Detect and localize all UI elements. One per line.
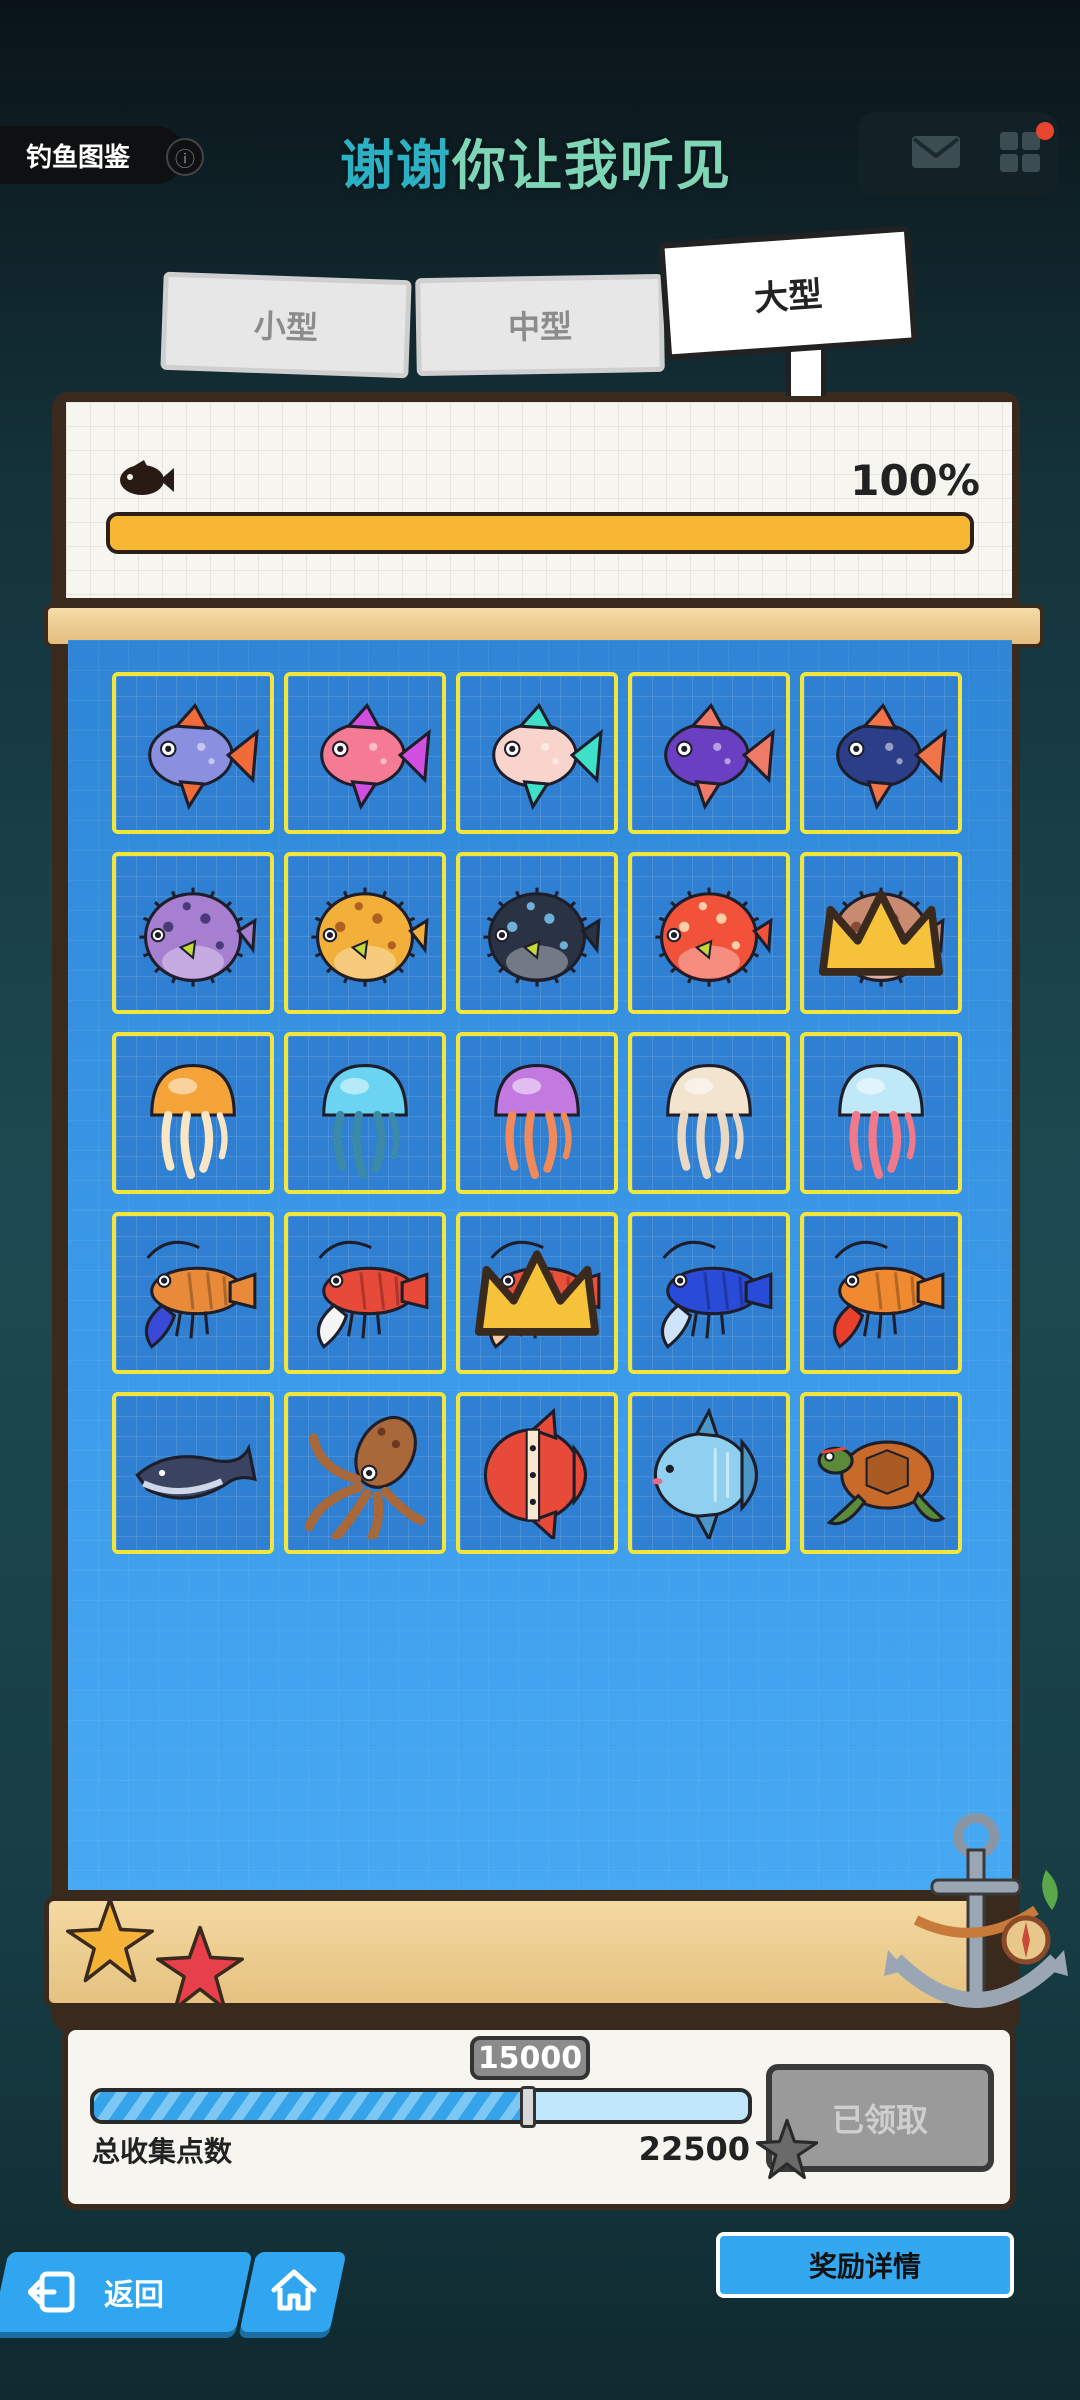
starfish-orange-icon — [66, 1897, 154, 1983]
total-points-label: 总收集点数 — [92, 2135, 233, 2168]
anchor-decoration-icon — [884, 1813, 1068, 2008]
exit-icon — [28, 2271, 75, 2313]
blue-sunfish-icon — [652, 1407, 758, 1539]
collection-grid — [112, 672, 968, 1558]
starfish-red-icon — [156, 1925, 244, 2011]
home-icon[interactable] — [270, 2268, 318, 2312]
collection-cell[interactable] — [112, 1032, 274, 1194]
collection-cell[interactable] — [284, 1032, 446, 1194]
collection-cell[interactable] — [284, 1212, 446, 1374]
fish-icon — [120, 460, 174, 495]
dark-blue-fish-icon — [836, 702, 947, 811]
cream-jellyfish-icon — [666, 1064, 752, 1179]
blue-lobster-icon — [660, 1240, 773, 1349]
collection-cell[interactable] — [456, 852, 618, 1014]
collection-cell[interactable] — [456, 672, 618, 834]
collection-cell[interactable] — [628, 1392, 790, 1554]
notification-dot — [1036, 122, 1054, 140]
white-red-lobster-icon — [316, 1240, 429, 1349]
collection-cell[interactable] — [112, 1392, 274, 1554]
back-label: 返回 — [104, 2278, 164, 2313]
orange-lobster-icon — [144, 1240, 257, 1349]
tab-medium[interactable]: 中型 — [415, 273, 665, 377]
collection-cell[interactable] — [456, 1212, 618, 1374]
collection-cell[interactable] — [628, 1212, 790, 1374]
pink-jellyfish-icon — [838, 1064, 924, 1179]
mail-icon[interactable] — [910, 132, 962, 172]
pink-fish-icon — [320, 702, 431, 811]
collection-cell[interactable] — [800, 1032, 962, 1194]
whale-icon — [135, 1443, 257, 1500]
squid-icon — [304, 1415, 426, 1539]
blue-jellyfish-icon — [322, 1064, 408, 1179]
menu-grid-icon[interactable] — [998, 130, 1042, 174]
collection-cell[interactable] — [800, 1212, 962, 1374]
orange-fin-fish-icon — [148, 702, 259, 811]
collection-cell[interactable] — [628, 1032, 790, 1194]
black-puffer-icon — [483, 887, 601, 987]
collection-cell[interactable] — [456, 1032, 618, 1194]
reward-milestone-label: 15000 — [470, 2036, 590, 2080]
collection-cell[interactable] — [800, 672, 962, 834]
red-puffer-icon — [655, 887, 773, 987]
orange-jellyfish-icon — [150, 1064, 236, 1179]
purple-puffer-icon — [139, 887, 257, 987]
red-sunfish-icon — [483, 1407, 587, 1539]
sea-turtle-icon — [817, 1440, 946, 1526]
reward-details-button[interactable]: 奖励详情 — [716, 2232, 1014, 2298]
purple-jellyfish-icon — [494, 1064, 580, 1179]
completion-bar-fill — [110, 516, 970, 550]
completion-percent: 100% — [850, 456, 980, 505]
collection-cell[interactable] — [112, 1212, 274, 1374]
banner-part1: 谢谢 — [340, 133, 452, 197]
page-title: 钓鱼图鉴 — [0, 126, 185, 184]
crown-icon — [474, 1250, 600, 1336]
yellow-puffer-icon — [311, 887, 429, 987]
starfish-gray-icon — [756, 2118, 818, 2180]
collection-cell[interactable] — [284, 1392, 446, 1554]
reward-progress-bar — [90, 2088, 752, 2124]
completion-bar — [106, 512, 974, 554]
crown-icon — [818, 890, 944, 976]
back-button-content[interactable]: 返回 — [28, 2262, 238, 2322]
orange-crayfish-icon — [832, 1240, 945, 1349]
total-points-value: 22500 — [638, 2130, 750, 2168]
collection-cell[interactable] — [800, 852, 962, 1014]
banner-message: 谢谢 你让我听见 — [340, 120, 740, 200]
spotted-fancy-fish-icon — [492, 702, 603, 811]
purple-fish-icon — [664, 702, 775, 811]
collection-cell[interactable] — [456, 1392, 618, 1554]
collection-cell[interactable] — [112, 672, 274, 834]
tab-small[interactable]: 小型 — [160, 271, 412, 379]
reward-progress-fill — [94, 2092, 526, 2120]
collection-cell[interactable] — [284, 672, 446, 834]
banner-part2: 你让我听见 — [452, 133, 732, 197]
collection-cell[interactable] — [112, 852, 274, 1014]
tab-large[interactable]: 大型 — [658, 225, 918, 361]
collection-cell[interactable] — [628, 672, 790, 834]
collection-cell[interactable] — [800, 1392, 962, 1554]
collection-cell[interactable] — [284, 852, 446, 1014]
collection-cell[interactable] — [628, 852, 790, 1014]
reward-milestone-marker — [520, 2086, 536, 2128]
info-icon[interactable]: ⓘ — [166, 138, 204, 176]
